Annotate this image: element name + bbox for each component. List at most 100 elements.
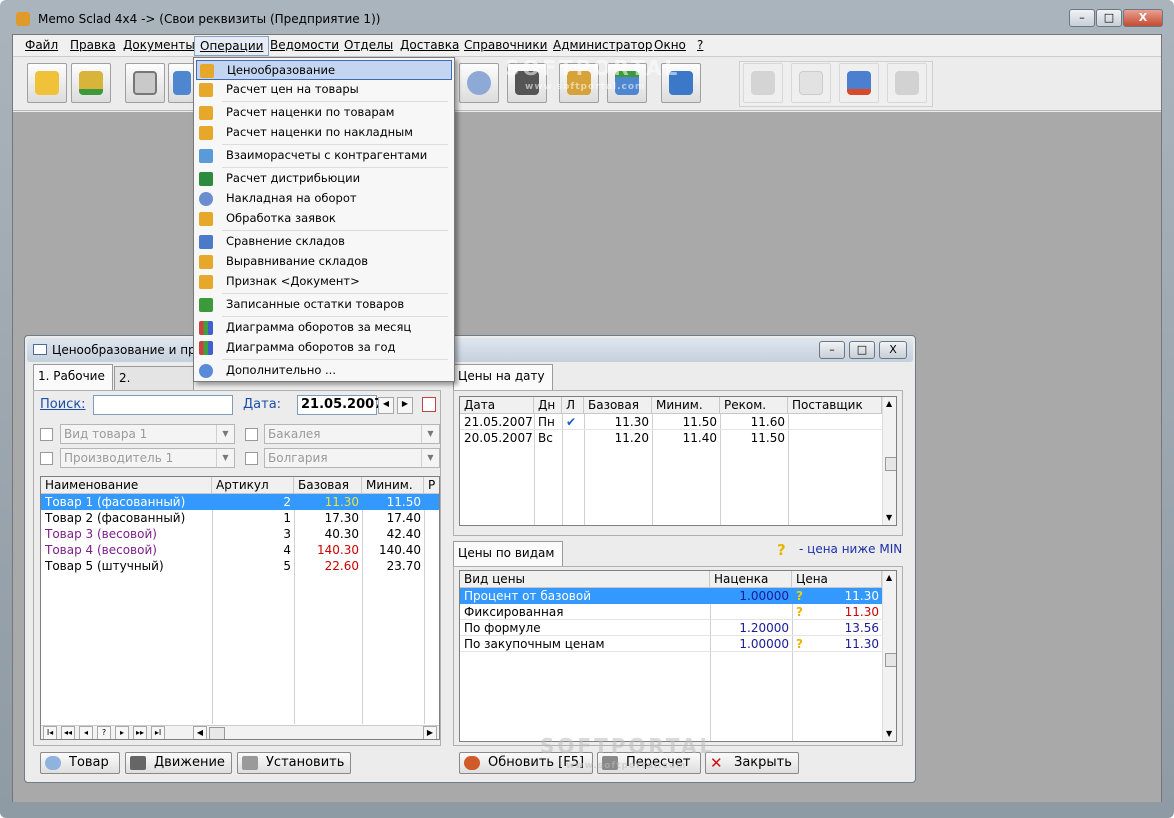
tab-prices-on-date[interactable]: Цены на дату	[453, 364, 553, 390]
group-filter-select[interactable]: Бакалея ▼	[264, 424, 440, 444]
tab-working[interactable]: 1. Рабочие	[33, 364, 113, 390]
menu-item-more[interactable]: Дополнительно ...	[196, 361, 452, 381]
nav-first-button[interactable]: I◂	[43, 726, 57, 739]
toolbar-edit-button[interactable]	[459, 63, 499, 103]
scroll-up-icon[interactable]: ▲	[886, 573, 892, 582]
col-min[interactable]: Миним.	[652, 397, 720, 414]
col-day[interactable]: Дн	[534, 397, 562, 414]
date-input[interactable]: 21.05.2007	[297, 395, 383, 415]
minimize-button[interactable]: –	[1069, 9, 1095, 27]
col-base[interactable]: Базовая	[584, 397, 652, 414]
col-supplier[interactable]: Поставщик	[788, 397, 882, 414]
set-button[interactable]: Установить	[237, 752, 351, 774]
menu-item-orders[interactable]: Обработка заявок	[196, 209, 452, 229]
menu-item-pricing[interactable]: Ценообразование	[196, 60, 452, 80]
scroll-up-icon[interactable]: ▲	[886, 399, 892, 408]
toolbar-tools-button[interactable]	[887, 63, 927, 103]
kind-filter-select[interactable]: Вид товара 1 ▼	[60, 424, 235, 444]
table-row[interactable]: По закупочным ценам 1.00000 ? 11.30	[460, 636, 882, 652]
col-name[interactable]: Наименование	[41, 477, 212, 494]
menu-item-chart-month[interactable]: Диаграмма оборотов за месяц	[196, 318, 452, 338]
col-price[interactable]: Цена	[792, 571, 882, 588]
table-row[interactable]: Товар 2 (фасованный) 1 17.30 17.40	[41, 510, 439, 526]
menu-item-document-flag[interactable]: Признак <Документ>	[196, 272, 452, 292]
toolbar-cash-button[interactable]	[125, 63, 165, 103]
vertical-scrollbar[interactable]: ▲ ▼	[882, 571, 896, 741]
col-base[interactable]: Базовая	[294, 477, 362, 494]
prices-by-type-table[interactable]: Вид цены Наценка Цена Процент от базовой…	[459, 570, 897, 742]
scroll-thumb[interactable]	[885, 457, 896, 471]
menu-documents[interactable]: Документы	[123, 38, 195, 52]
menu-file[interactable]: Файл	[25, 38, 58, 52]
col-min[interactable]: Миним.	[362, 477, 424, 494]
nav-next-page-button[interactable]: ▸▸	[133, 726, 147, 739]
toolbar-open-button[interactable]	[27, 63, 67, 103]
country-filter-checkbox[interactable]	[245, 452, 258, 465]
col-date[interactable]: Дата	[460, 397, 534, 414]
menu-reports[interactable]: Ведомости	[270, 38, 339, 52]
producer-filter-checkbox[interactable]	[40, 452, 53, 465]
toolbar-copy-button[interactable]	[791, 63, 831, 103]
scroll-thumb[interactable]	[885, 653, 896, 667]
tab-prices-by-type[interactable]: Цены по видам	[453, 541, 563, 567]
toolbar-button-4[interactable]	[168, 63, 196, 103]
menu-item-saved-stock[interactable]: Записанные остатки товаров	[196, 295, 452, 315]
menu-item-turnover-invoice[interactable]: Накладная на оборот	[196, 189, 452, 209]
menu-item-align-warehouses[interactable]: Выравнивание складов	[196, 252, 452, 272]
maximize-button[interactable]: □	[1096, 9, 1122, 27]
vertical-scrollbar[interactable]: ▲ ▼	[882, 397, 896, 525]
table-row[interactable]: Товар 1 (фасованный) 2 11.30 11.50	[41, 494, 439, 510]
toolbar-save-button[interactable]	[71, 63, 111, 103]
table-row[interactable]: Товар 4 (весовой) 4 140.30 140.40	[41, 542, 439, 558]
country-filter-select[interactable]: Болгария ▼	[264, 448, 440, 468]
menu-edit[interactable]: Правка	[70, 38, 116, 52]
producer-filter-select[interactable]: Производитель 1 ▼	[60, 448, 235, 468]
menu-admin[interactable]: Администратор	[553, 38, 653, 52]
date-next-button[interactable]: ▶	[397, 397, 413, 414]
scroll-down-icon[interactable]: ▼	[886, 729, 892, 738]
tab-marked[interactable]: 2. Отмеченн	[114, 366, 194, 390]
child-minimize-button[interactable]: –	[819, 341, 845, 359]
group-filter-checkbox[interactable]	[245, 428, 258, 441]
nav-prev-page-button[interactable]: ◂◂	[61, 726, 75, 739]
menu-item-settlements[interactable]: Взаиморасчеты с контрагентами	[196, 146, 452, 166]
menu-help[interactable]: ?	[697, 38, 703, 52]
goods-table[interactable]: Наименование Артикул Базовая Миним. Р То…	[40, 476, 440, 740]
hscroll-right-button[interactable]: ▶	[423, 726, 437, 739]
nav-last-button[interactable]: ▸I	[151, 726, 165, 739]
search-input[interactable]	[93, 395, 233, 415]
col-rec[interactable]: Р	[424, 477, 439, 494]
goods-button[interactable]: Товар	[40, 752, 120, 774]
child-close-button[interactable]: X	[879, 341, 907, 359]
col-rec[interactable]: Реком.	[720, 397, 788, 414]
menu-item-markup-invoices[interactable]: Расчет наценки по накладным	[196, 123, 452, 143]
scroll-down-icon[interactable]: ▼	[886, 513, 892, 522]
calendar-icon[interactable]	[422, 397, 436, 412]
date-prev-button[interactable]: ◀	[378, 397, 394, 414]
table-row[interactable]: 20.05.2007 Вс 11.20 11.40 11.50	[460, 430, 882, 446]
col-article[interactable]: Артикул	[212, 477, 294, 494]
close-window-button[interactable]: ✕ Закрыть	[705, 752, 799, 774]
menu-item-price-calc[interactable]: Расчет цен на товары	[196, 80, 452, 100]
prices-on-date-table[interactable]: Дата Дн Л Базовая Миним. Реком. Поставщи…	[459, 396, 897, 526]
menu-window[interactable]: Окно	[654, 38, 686, 52]
menu-delivery[interactable]: Доставка	[400, 38, 459, 52]
menu-references[interactable]: Справочники	[464, 38, 547, 52]
hscroll-left-button[interactable]: ◀	[193, 726, 207, 739]
child-maximize-button[interactable]: □	[849, 341, 875, 359]
table-row[interactable]: Процент от базовой 1.00000 ? 11.30	[460, 588, 882, 604]
nav-find-button[interactable]: ?	[97, 726, 111, 739]
table-row[interactable]: Фиксированная ? 11.30	[460, 604, 882, 620]
menu-departments[interactable]: Отделы	[344, 38, 393, 52]
menu-item-markup-goods[interactable]: Расчет наценки по товарам	[196, 103, 452, 123]
table-row[interactable]: Товар 3 (весовой) 3 40.30 42.40	[41, 526, 439, 542]
table-row[interactable]: 21.05.2007 Пн ✔ 11.30 11.50 11.60	[460, 414, 882, 430]
kind-filter-checkbox[interactable]	[40, 428, 53, 441]
menu-operations[interactable]: Операции	[194, 36, 270, 56]
movement-button[interactable]: Движение	[125, 752, 232, 774]
nav-prev-button[interactable]: ◂	[79, 726, 93, 739]
toolbar-write-button[interactable]	[839, 63, 879, 103]
menu-item-chart-year[interactable]: Диаграмма оборотов за год	[196, 338, 452, 358]
nav-next-button[interactable]: ▸	[115, 726, 129, 739]
menu-item-compare-warehouses[interactable]: Сравнение складов	[196, 232, 452, 252]
